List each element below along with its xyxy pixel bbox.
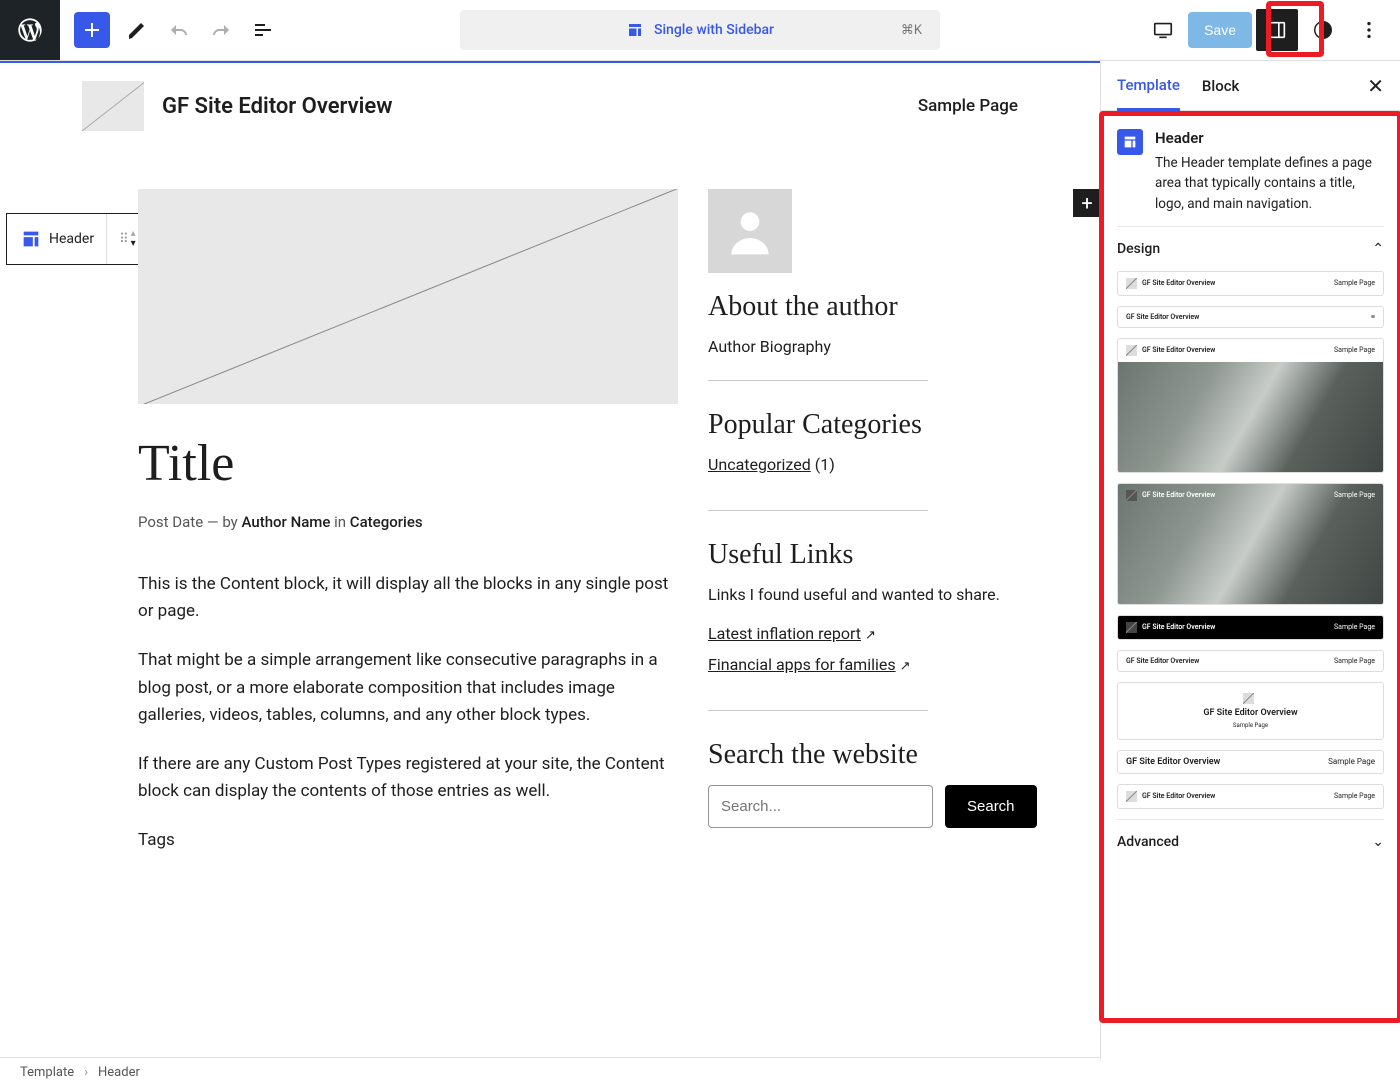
block-appender[interactable]: + bbox=[1073, 189, 1100, 217]
chevron-down-icon: ⌄ bbox=[1372, 834, 1384, 850]
settings-sidebar: Template Block ✕ Header The Header templ… bbox=[1100, 61, 1400, 1061]
content-paragraph: If there are any Custom Post Types regis… bbox=[138, 751, 678, 805]
external-icon: ↗ bbox=[865, 628, 876, 643]
settings-panel-toggle[interactable] bbox=[1256, 9, 1298, 51]
save-button[interactable]: Save bbox=[1188, 12, 1252, 48]
wordpress-logo[interactable] bbox=[0, 0, 60, 60]
search-button[interactable]: Search bbox=[945, 785, 1037, 828]
breadcrumb: Template › Header bbox=[0, 1057, 1100, 1087]
post-meta: Post Date — by Author Name in Categories bbox=[138, 513, 678, 531]
useful-links-heading: Useful Links bbox=[708, 539, 1037, 571]
block-type-button[interactable]: Header bbox=[7, 214, 107, 264]
editor-canvas: GF Site Editor Overview Sample Page + He… bbox=[0, 61, 1100, 1061]
header-block[interactable]: GF Site Editor Overview Sample Page bbox=[0, 63, 1100, 149]
category-link[interactable]: Uncategorized bbox=[708, 455, 811, 474]
author-bio: Author Biography bbox=[708, 337, 1037, 356]
document-overview-button[interactable] bbox=[242, 9, 284, 51]
useful-links-desc: Links I found useful and wanted to share… bbox=[708, 585, 1037, 604]
pattern-option[interactable]: GF Site Editor OverviewSample Page bbox=[1117, 483, 1384, 605]
content-paragraph: That might be a simple arrangement like … bbox=[138, 647, 678, 729]
external-icon: ↗ bbox=[900, 659, 911, 674]
pattern-option[interactable]: GF Site Editor OverviewSample Page bbox=[1117, 784, 1384, 809]
undo-button[interactable] bbox=[158, 9, 200, 51]
tab-template[interactable]: Template bbox=[1117, 62, 1180, 111]
search-input[interactable] bbox=[708, 785, 933, 828]
search-heading: Search the website bbox=[708, 739, 1037, 771]
about-author-heading: About the author bbox=[708, 291, 1037, 323]
featured-image-placeholder[interactable] bbox=[138, 189, 678, 404]
breadcrumb-item[interactable]: Template bbox=[20, 1065, 74, 1080]
tab-block[interactable]: Block bbox=[1202, 63, 1239, 109]
divider bbox=[708, 710, 928, 711]
content-paragraph: This is the Content block, it will displ… bbox=[138, 571, 678, 625]
post-tags: Tags bbox=[138, 827, 678, 854]
design-section-toggle[interactable]: Design ⌃ bbox=[1117, 226, 1384, 271]
divider bbox=[708, 380, 928, 381]
useful-link[interactable]: Latest inflation report bbox=[708, 624, 861, 643]
avatar bbox=[708, 189, 792, 273]
breadcrumb-separator: › bbox=[84, 1065, 88, 1080]
view-button[interactable] bbox=[1142, 9, 1184, 51]
block-inserter-button[interactable] bbox=[74, 12, 110, 48]
document-title: Single with Sidebar bbox=[654, 22, 774, 38]
pattern-option[interactable]: GF Site Editor OverviewSample Page bbox=[1117, 271, 1384, 296]
header-template-icon bbox=[1117, 129, 1143, 155]
advanced-section-toggle[interactable]: Advanced ⌄ bbox=[1117, 819, 1384, 864]
pattern-option[interactable]: GF Site Editor OverviewSample Page bbox=[1117, 682, 1384, 740]
breadcrumb-item[interactable]: Header bbox=[98, 1065, 140, 1080]
site-logo-placeholder[interactable] bbox=[82, 81, 144, 131]
pattern-option[interactable]: GF Site Editor OverviewSample Page bbox=[1117, 750, 1384, 774]
tools-button[interactable] bbox=[116, 9, 158, 51]
divider bbox=[708, 510, 928, 511]
document-bar[interactable]: Single with Sidebar ⌘K bbox=[460, 10, 940, 50]
useful-link[interactable]: Financial apps for families bbox=[708, 655, 896, 674]
keyboard-shortcut: ⌘K bbox=[901, 23, 922, 38]
options-button[interactable] bbox=[1348, 9, 1390, 51]
close-panel-button[interactable]: ✕ bbox=[1367, 74, 1384, 98]
redo-button[interactable] bbox=[200, 9, 242, 51]
popular-categories-heading: Popular Categories bbox=[708, 409, 1037, 441]
site-title[interactable]: GF Site Editor Overview bbox=[162, 94, 918, 119]
pattern-option[interactable]: GF Site Editor OverviewSample Page bbox=[1117, 615, 1384, 640]
template-icon bbox=[626, 21, 644, 39]
post-title[interactable]: Title bbox=[138, 434, 678, 493]
chevron-up-icon: ⌃ bbox=[1372, 241, 1384, 257]
top-toolbar: Single with Sidebar ⌘K Save bbox=[0, 0, 1400, 61]
panel-description: The Header template defines a page area … bbox=[1155, 153, 1384, 214]
styles-button[interactable] bbox=[1302, 9, 1344, 51]
pattern-option[interactable]: GF Site Editor OverviewSample Page bbox=[1117, 650, 1384, 672]
pattern-option[interactable]: GF Site Editor Overview≡ bbox=[1117, 306, 1384, 328]
panel-title: Header bbox=[1155, 129, 1384, 147]
nav-link-sample-page[interactable]: Sample Page bbox=[918, 96, 1018, 116]
pattern-option[interactable]: GF Site Editor OverviewSample Page bbox=[1117, 338, 1384, 473]
